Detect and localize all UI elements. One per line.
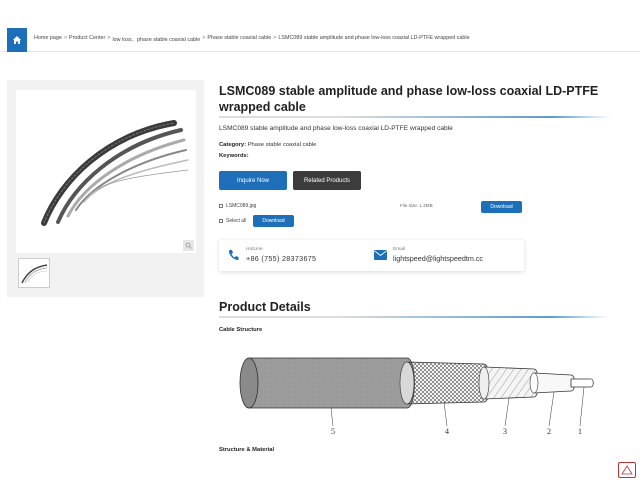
breadcrumb-separator: >: [273, 35, 277, 41]
cable-structure-diagram: 5 4 3 2 1: [219, 340, 619, 440]
breadcrumb-separator: >: [202, 35, 206, 41]
watermark-logo-icon: [618, 462, 636, 478]
select-all-checkbox[interactable]: [219, 219, 223, 223]
related-products-button[interactable]: Related Products: [293, 171, 361, 190]
home-button[interactable]: [7, 28, 27, 52]
email-label: Email: [393, 247, 405, 252]
structure-material-heading: Structure & Material: [219, 447, 275, 453]
breadcrumb-separator: >: [107, 35, 111, 41]
breadcrumb-low-loss[interactable]: low loss、phase stable coaxial cable: [112, 35, 200, 43]
keywords-row: Keywords:: [219, 153, 249, 159]
breadcrumb: Home page > Product Center > low loss、ph…: [34, 35, 470, 43]
product-details-heading: Product Details: [219, 300, 311, 314]
diagram-label-3: 3: [503, 427, 507, 436]
breadcrumb-phase-stable[interactable]: Phase stable coaxial cable: [207, 35, 271, 43]
breadcrumb-current: LSMC089 stable amplitude and phase low-l…: [278, 35, 470, 41]
category-value[interactable]: Phase stable coaxial cable: [248, 142, 317, 148]
file-size: File size: 1.2MB: [400, 203, 433, 208]
product-gallery: [7, 80, 204, 297]
download-file-button[interactable]: Download: [481, 201, 522, 213]
cable-cross-section: 5 4 3 2 1: [239, 357, 594, 436]
select-all-row: Select all: [219, 218, 246, 224]
file-item: LSMC089.jpg: [219, 203, 256, 209]
category-label: Category:: [219, 142, 247, 148]
product-title: LSMC089 stable amplitude and phase low-l…: [219, 84, 599, 114]
diagram-label-2: 2: [547, 427, 551, 436]
zoom-button[interactable]: [183, 240, 194, 251]
email-value[interactable]: lightspeed@lightspeedtm.cc: [393, 254, 483, 263]
file-checkbox[interactable]: [219, 204, 223, 208]
cable-structure-heading: Cable Structure: [219, 327, 263, 333]
keywords-label: Keywords:: [219, 153, 249, 159]
inquire-now-button[interactable]: Inquire Now: [219, 171, 287, 190]
product-main-image[interactable]: [16, 90, 196, 253]
search-icon: [185, 242, 192, 249]
breadcrumb-bar: Home page > Product Center > low loss、ph…: [0, 28, 640, 52]
cable-thumbnail: [21, 264, 48, 284]
product-subtitle: LSMC089 stable amplitude and phase low-l…: [219, 125, 453, 132]
select-all-label: Select all: [226, 218, 247, 224]
contact-card: HotLine +86 (755) 28373675 Email lightsp…: [219, 240, 524, 271]
breadcrumb-product-center[interactable]: Product Center: [69, 35, 105, 43]
download-selected-button[interactable]: Download: [253, 215, 294, 227]
file-name: LSMC089.jpg: [226, 203, 257, 209]
cable-photo: [41, 120, 189, 226]
hotline-label: HotLine: [246, 247, 263, 252]
breadcrumb-separator: >: [63, 35, 68, 41]
breadcrumb-home[interactable]: Home page: [34, 35, 62, 43]
thumbnail-image[interactable]: [18, 258, 50, 288]
phone-icon: [228, 250, 239, 261]
details-divider: [219, 316, 609, 318]
category-row: Category: Phase stable coaxial cable: [219, 142, 316, 148]
mail-icon: [374, 250, 387, 260]
home-icon: [13, 36, 21, 44]
diagram-label-1: 1: [578, 427, 582, 436]
diagram-label-5: 5: [331, 427, 335, 436]
title-divider: [219, 116, 611, 118]
diagram-label-4: 4: [445, 427, 449, 436]
hotline-value[interactable]: +86 (755) 28373675: [246, 254, 316, 263]
